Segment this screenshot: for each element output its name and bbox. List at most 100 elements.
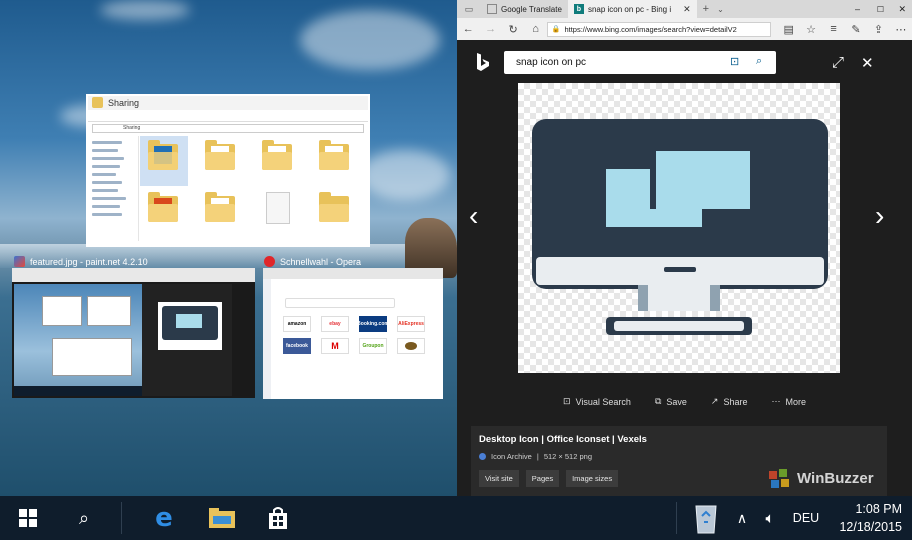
explorer-ribbon: [88, 110, 368, 122]
close-window-icon[interactable]: ✕: [898, 4, 906, 15]
speed-dial-tile[interactable]: [397, 338, 425, 354]
opera-icon: [264, 256, 275, 267]
volume-icon[interactable]: 🔈︎: [758, 496, 782, 540]
tab-preview-icon[interactable]: ▭: [457, 4, 481, 15]
file-icon[interactable]: [266, 192, 290, 224]
image-title[interactable]: Desktop Icon | Office Iconset | Vexels: [479, 434, 879, 445]
winbuzzer-logo-icon: [769, 469, 789, 488]
store-taskbar-button[interactable]: [256, 496, 300, 540]
edge-browser-window: ▭ Google Translate b snap icon on pc - B…: [457, 0, 912, 496]
visual-search-button[interactable]: ⊡ Visual Search: [563, 396, 631, 407]
opera-thumb-title: Schnellwahl - Opera: [264, 256, 361, 267]
share-icon[interactable]: ⇪: [867, 23, 889, 36]
bing-logo-icon[interactable]: [475, 52, 491, 72]
speed-dial-tile[interactable]: ebay: [321, 316, 349, 332]
details-buttons: Visit site Pages Image sizes: [479, 470, 619, 487]
source-name[interactable]: Icon Archive: [491, 452, 532, 461]
paint-net-window-thumbnail[interactable]: [12, 268, 255, 398]
image-source-line: Icon Archive | 512 × 512 png: [479, 452, 879, 461]
image-sizes-button[interactable]: Image sizes: [566, 470, 619, 487]
show-hidden-icons-icon[interactable]: ∧: [730, 496, 754, 540]
search-box[interactable]: snap icon on pc ⊡ ⌕: [504, 51, 776, 74]
favorite-icon[interactable]: ☆: [800, 23, 822, 36]
file-explorer-taskbar-button[interactable]: [200, 496, 244, 540]
start-button[interactable]: [8, 496, 48, 540]
file-explorer-icon: [209, 508, 235, 528]
folder-icon[interactable]: [205, 192, 235, 224]
more-icon: ⋯: [771, 396, 781, 406]
forward-icon[interactable]: →: [479, 23, 501, 35]
desktop: Sharing Sharing featured.jpg - paint.net…: [0, 0, 457, 496]
cloud: [360, 150, 450, 200]
bing-icon: b: [573, 4, 584, 14]
previous-image-icon[interactable]: ‹: [469, 200, 478, 232]
share-button[interactable]: ↗ Share: [711, 396, 748, 407]
tab-bing-images[interactable]: b snap icon on pc - Bing i ✕: [567, 0, 697, 18]
more-icon[interactable]: ⋯: [890, 23, 912, 36]
speed-dial-tile[interactable]: AliExpress: [397, 316, 425, 332]
folder-icon[interactable]: [148, 192, 178, 224]
minimize-icon[interactable]: –: [855, 4, 860, 14]
notes-icon[interactable]: ✎: [845, 23, 867, 36]
speed-dial-tile[interactable]: amazon: [283, 316, 311, 332]
opera-sidebar: [263, 279, 271, 399]
clock-date: 12/18/2015: [839, 520, 902, 534]
folder-icon[interactable]: [319, 140, 349, 172]
back-icon[interactable]: ←: [457, 23, 479, 35]
edge-icon: e: [155, 503, 173, 533]
speed-dial-tile[interactable]: M: [321, 338, 349, 354]
folder-icon[interactable]: [319, 192, 349, 224]
paint-canvas-bing: [142, 284, 232, 396]
speed-dial-tile[interactable]: facebook: [283, 338, 311, 354]
folder-icon: [92, 97, 103, 108]
favorites-hub-icon[interactable]: ≡: [822, 23, 844, 35]
source-icon: [479, 453, 486, 460]
system-clock[interactable]: 1:08 PM 12/18/2015: [839, 500, 902, 536]
windows-logo-icon: [19, 509, 37, 527]
address-bar[interactable]: 🔒 https://www.bing.com/images/search?vie…: [546, 21, 772, 37]
tab-google-translate[interactable]: Google Translate: [481, 0, 568, 18]
folder-icon[interactable]: [148, 140, 178, 172]
pages-button[interactable]: Pages: [525, 470, 560, 487]
search-icon[interactable]: ⌕: [756, 55, 762, 68]
explorer-address-text: Sharing: [123, 125, 141, 131]
next-image-icon[interactable]: ›: [875, 200, 884, 232]
explorer-window-thumbnail[interactable]: Sharing: [86, 94, 370, 247]
desktop-monitor-icon: [532, 119, 828, 335]
maximize-icon[interactable]: ☐: [877, 5, 884, 14]
save-button[interactable]: ⧉ Save: [655, 396, 687, 407]
explorer-thumb-title: Sharing: [92, 97, 139, 108]
edge-taskbar-button[interactable]: e: [142, 496, 186, 540]
image-viewer: snap icon on pc ⊡ ⌕ ⤢ ✕ ‹ › ⊡ Visual Sea…: [457, 40, 912, 496]
image-actions: ⊡ Visual Search ⧉ Save ↗ Share ⋯ More: [457, 396, 912, 407]
expand-icon[interactable]: ⤢: [832, 54, 844, 71]
input-language-indicator[interactable]: DEU: [788, 496, 824, 540]
image-size: 512 × 512 png: [543, 452, 592, 461]
recycle-bin-button[interactable]: [686, 496, 726, 540]
explorer-sidebar: [92, 136, 132, 221]
tab-list-icon[interactable]: ⌄: [717, 5, 724, 14]
home-icon[interactable]: ⌂: [524, 23, 546, 35]
explorer-address-bar: Sharing: [92, 124, 364, 133]
tab-label: snap icon on pc - Bing i: [587, 4, 672, 14]
visual-search-icon[interactable]: ⊡: [730, 55, 739, 68]
folder-icon[interactable]: [262, 140, 292, 172]
new-tab-icon[interactable]: +: [703, 3, 709, 15]
speed-dial-tile[interactable]: Groupon: [359, 338, 387, 354]
more-button[interactable]: ⋯ More: [771, 396, 806, 407]
result-image[interactable]: [518, 83, 840, 373]
folder-icon[interactable]: [205, 140, 235, 172]
close-viewer-icon[interactable]: ✕: [861, 54, 874, 72]
cloud: [100, 0, 190, 20]
search-button[interactable]: ⌕: [64, 496, 104, 540]
opera-window-thumbnail[interactable]: amazon ebay Booking.com AliExpress faceb…: [263, 268, 443, 399]
search-query-text: snap icon on pc: [516, 57, 587, 68]
refresh-icon[interactable]: ↻: [502, 23, 524, 36]
cloud: [300, 10, 440, 70]
close-tab-icon[interactable]: ✕: [683, 4, 691, 15]
paint-net-icon: [14, 256, 25, 267]
reading-view-icon[interactable]: ▤: [777, 23, 799, 36]
store-icon: [269, 507, 287, 529]
visit-site-button[interactable]: Visit site: [479, 470, 519, 487]
speed-dial-tile[interactable]: Booking.com: [357, 316, 389, 332]
